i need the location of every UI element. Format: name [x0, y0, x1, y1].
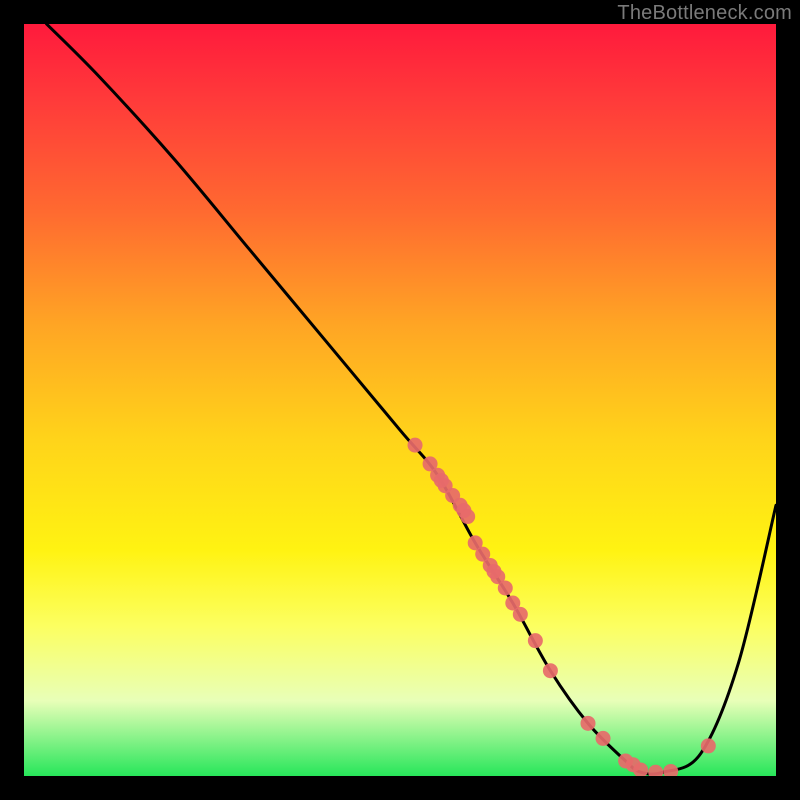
data-point	[596, 731, 611, 746]
chart-svg	[24, 24, 776, 776]
data-point	[460, 509, 475, 524]
frame-bottom	[24, 776, 776, 800]
chart-container: TheBottleneck.com	[0, 0, 800, 800]
data-point	[528, 633, 543, 648]
data-point	[498, 581, 513, 596]
data-point	[648, 765, 663, 776]
data-point	[543, 663, 558, 678]
data-point	[701, 738, 716, 753]
data-point	[581, 716, 596, 731]
data-point	[408, 438, 423, 453]
data-point	[513, 607, 528, 622]
frame-left	[0, 24, 24, 776]
bottleneck-curve-path	[47, 24, 776, 774]
marker-layer	[408, 438, 716, 776]
plot-area	[24, 24, 776, 776]
line-layer	[47, 24, 776, 774]
attribution-text: TheBottleneck.com	[617, 2, 792, 25]
frame-right	[776, 24, 800, 776]
data-point	[663, 764, 678, 776]
